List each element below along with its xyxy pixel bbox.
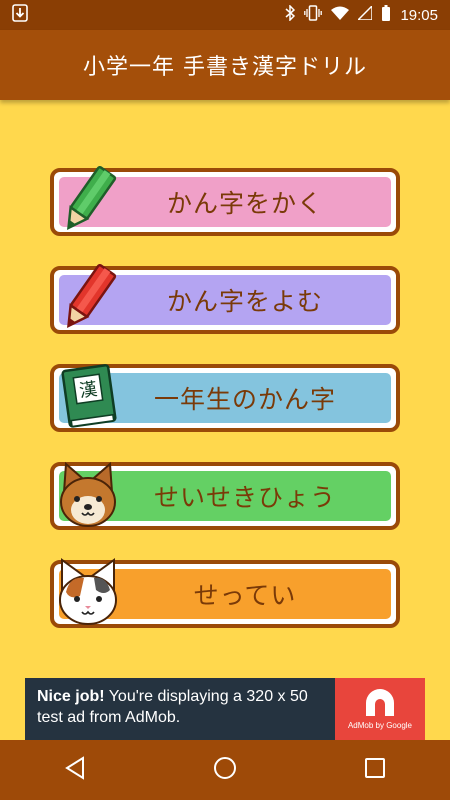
battery-icon bbox=[381, 5, 391, 25]
cat-face-icon bbox=[59, 558, 117, 625]
score-table-button[interactable]: せいせきひょう bbox=[50, 461, 400, 530]
score-table-label: せいせきひょう bbox=[153, 483, 336, 512]
ad-text: Nice job! You're displaying a 320 x 50 t… bbox=[37, 686, 337, 728]
ad-banner[interactable]: Nice job! You're displaying a 320 x 50 t… bbox=[25, 678, 425, 740]
download-icon bbox=[12, 4, 28, 26]
status-time: 19:05 bbox=[400, 6, 438, 24]
read-kanji-button[interactable]: かん字をよむ bbox=[50, 263, 400, 334]
status-bar: 19:05 bbox=[0, 0, 450, 30]
admob-logo: AdMob by Google bbox=[335, 678, 425, 740]
book-kanji-glyph: 漢 bbox=[78, 379, 99, 402]
write-kanji-button[interactable]: かん字をかく bbox=[50, 165, 400, 236]
red-pencil-icon bbox=[67, 263, 117, 328]
write-kanji-label: かん字をかく bbox=[166, 189, 323, 218]
first-grade-kanji-label: 一年生のかん字 bbox=[153, 385, 336, 414]
app-title: 小学一年 手書き漢字ドリル bbox=[83, 55, 367, 80]
settings-button[interactable]: せってい bbox=[50, 558, 400, 628]
home-icon[interactable] bbox=[213, 756, 237, 784]
read-kanji-label: かん字をよむ bbox=[166, 287, 323, 316]
ad-headline: Nice job! bbox=[37, 688, 105, 705]
green-pencil-icon bbox=[67, 165, 117, 230]
kanji-book-icon: 漢 bbox=[61, 364, 117, 428]
back-icon[interactable] bbox=[64, 756, 86, 784]
app-bar: 小学一年 手書き漢字ドリル bbox=[0, 30, 450, 100]
nav-bar bbox=[0, 740, 450, 800]
status-icons: 19:05 bbox=[285, 4, 438, 25]
wifi-icon bbox=[331, 6, 350, 24]
ad-badge: AdMob by Google bbox=[347, 721, 413, 730]
dog-face-icon bbox=[60, 461, 116, 527]
admob-icon bbox=[366, 689, 394, 716]
vibrate-icon bbox=[304, 5, 323, 25]
settings-label: せってい bbox=[193, 581, 297, 610]
first-grade-kanji-button[interactable]: 一年生のかん字 漢 bbox=[50, 364, 400, 432]
signal-icon bbox=[356, 4, 374, 24]
recents-icon[interactable] bbox=[364, 757, 386, 783]
bluetooth-icon bbox=[285, 4, 296, 25]
